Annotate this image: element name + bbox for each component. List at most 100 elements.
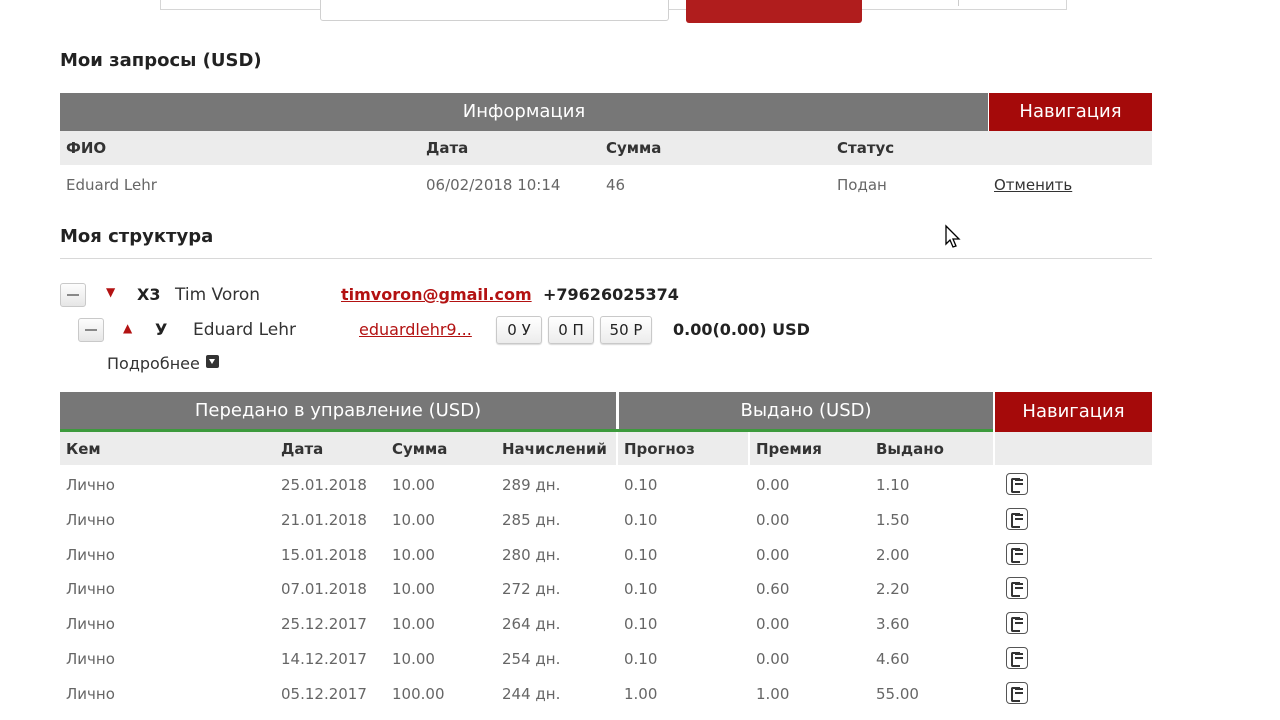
row-date: 14.12.2017: [281, 650, 367, 668]
exit-icon[interactable]: [1006, 507, 1028, 530]
exit-icon[interactable]: [1006, 681, 1028, 704]
row-forecast: 0.10: [624, 476, 658, 494]
request-status: Подан: [837, 176, 887, 194]
col-date: Дата: [426, 139, 469, 157]
child-level: У: [155, 320, 168, 339]
row-who: Лично: [66, 545, 115, 564]
col-amount: Сумма: [606, 139, 662, 157]
row-date: 25.01.2018: [281, 476, 367, 494]
structure-divider: [60, 258, 1152, 259]
row-amount: 10.00: [392, 650, 435, 668]
col-who: Кем: [66, 440, 101, 458]
top-divider: [958, 0, 959, 6]
top-search-input[interactable]: [320, 0, 669, 21]
more-toggle[interactable]: Подробнее: [107, 354, 219, 373]
row-accruals: 264 дн.: [502, 615, 561, 634]
row-amount: 10.00: [392, 476, 435, 494]
row-forecast: 0.10: [624, 615, 658, 634]
row-bonus: 0.00: [756, 510, 790, 529]
row-issued: 1.10: [876, 476, 910, 494]
request-name: Eduard Lehr: [66, 176, 157, 194]
row-date: 21.01.2018: [281, 510, 367, 529]
arrow-up-icon: ▲: [123, 321, 133, 335]
row-amount: 10.00: [392, 510, 435, 529]
deposits-header-nav: Навигация: [995, 392, 1152, 432]
row-accruals: 272 дн.: [502, 580, 561, 599]
deposits-columns-header: Кем Дата Сумма Начислений Прогноз Премия…: [60, 432, 993, 465]
col-amount: Сумма: [392, 440, 448, 458]
col-date: Дата: [281, 440, 324, 458]
row-accruals: 254 дн.: [502, 650, 561, 668]
requests-header-info: Информация: [60, 93, 988, 131]
row-date: 05.12.2017: [281, 684, 367, 703]
exit-icon[interactable]: [1006, 473, 1028, 495]
row-date: 25.12.2017: [281, 615, 367, 634]
row-amount: 10.00: [392, 580, 435, 599]
row-amount: 10.00: [392, 615, 435, 634]
deposits-header-managed: Передано в управление (USD): [60, 392, 616, 429]
caret-down-icon: [205, 355, 219, 368]
row-accruals: 244 дн.: [502, 684, 561, 703]
row-accruals: 285 дн.: [502, 510, 561, 529]
col-separator: [616, 432, 618, 465]
row-who: Лично: [66, 580, 115, 599]
row-issued: 3.60: [876, 615, 910, 634]
row-who: Лично: [66, 510, 115, 529]
row-bonus: 1.00: [756, 684, 790, 703]
row-accruals: 280 дн.: [502, 545, 561, 564]
row-bonus: 0.00: [756, 476, 790, 494]
child-name: Eduard Lehr: [193, 320, 297, 340]
requests-header-nav: Навигация: [989, 93, 1152, 131]
row-forecast: 0.10: [624, 510, 658, 529]
exit-icon[interactable]: [1006, 647, 1028, 669]
top-submit-button[interactable]: [686, 0, 862, 23]
row-bonus: 0.00: [756, 615, 790, 634]
deposits-header-issued: Выдано (USD): [619, 392, 993, 429]
exit-icon[interactable]: [1006, 542, 1028, 565]
pill-u[interactable]: 0 У: [496, 316, 542, 344]
row-who: Лично: [66, 615, 115, 634]
row-issued: 2.00: [876, 545, 910, 564]
row-issued: 4.60: [876, 650, 910, 668]
more-label: Подробнее: [107, 354, 200, 373]
request-amount: 46: [606, 176, 626, 194]
parent-phone: +79626025374: [543, 285, 679, 304]
cancel-request-link[interactable]: Отменить: [994, 176, 1072, 194]
row-accruals: 289 дн.: [502, 476, 561, 494]
child-email-link[interactable]: eduardlehr9...: [359, 320, 472, 339]
row-bonus: 0.60: [756, 580, 790, 599]
row-amount: 10.00: [392, 545, 435, 564]
col-fio: ФИО: [66, 139, 107, 157]
exit-icon[interactable]: [1006, 612, 1028, 635]
parent-name: Tim Voron: [175, 285, 261, 305]
mouse-cursor-icon: [945, 224, 961, 248]
col-status: Статус: [837, 139, 895, 157]
row-who: Лично: [66, 476, 115, 494]
row-issued: 55.00: [876, 684, 919, 703]
parent-email-link[interactable]: timvoron@gmail.com: [341, 285, 532, 304]
row-date: 15.01.2018: [281, 545, 367, 564]
col-separator: [748, 432, 750, 465]
deposits-nav-column-header: [995, 432, 1152, 465]
exit-icon[interactable]: [1006, 577, 1028, 600]
row-forecast: 0.10: [624, 650, 658, 668]
col-forecast: Прогноз: [624, 440, 695, 458]
row-issued: 1.50: [876, 510, 910, 529]
collapse-button[interactable]: [78, 318, 104, 342]
row-issued: 2.20: [876, 580, 910, 599]
collapse-button[interactable]: [60, 283, 86, 307]
pill-p[interactable]: 0 П: [548, 316, 594, 344]
arrow-down-icon: ▼: [106, 285, 116, 299]
child-balance: 0.00(0.00) USD: [673, 320, 810, 339]
row-who: Лично: [66, 650, 115, 668]
requests-title: Мои запросы (USD): [60, 50, 262, 71]
row-bonus: 0.00: [756, 545, 790, 564]
row-amount: 100.00: [392, 684, 445, 703]
row-forecast: 0.10: [624, 545, 658, 564]
col-issued: Выдано: [876, 440, 944, 458]
col-bonus: Премия: [756, 440, 822, 458]
col-accruals: Начислений: [502, 440, 607, 458]
row-bonus: 0.00: [756, 650, 790, 668]
pill-r[interactable]: 50 Р: [600, 316, 652, 344]
structure-title: Моя структура: [60, 226, 214, 247]
